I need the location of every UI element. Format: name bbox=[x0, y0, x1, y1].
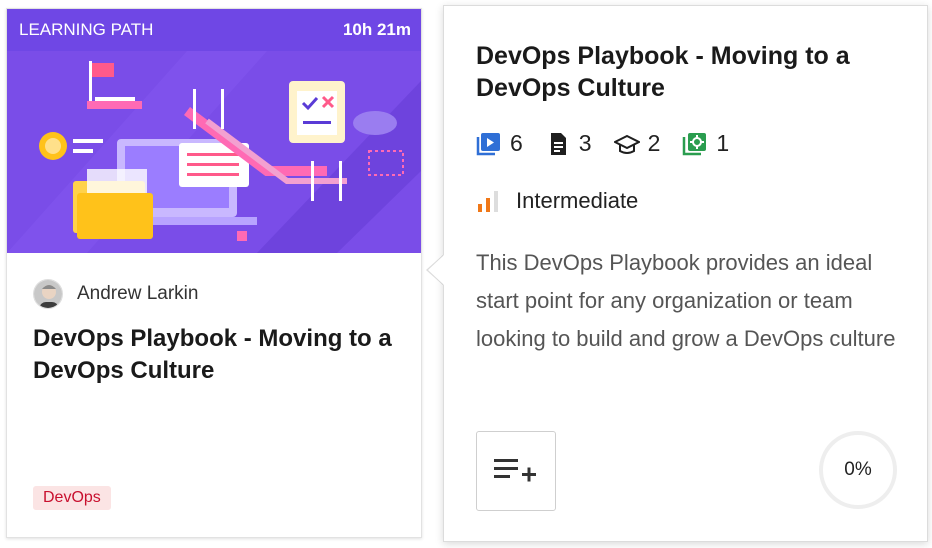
card-title[interactable]: DevOps Playbook - Moving to a DevOps Cul… bbox=[33, 323, 403, 387]
learning-path-card[interactable]: LEARNING PATH 10h 21m Andrew Larkin DevO… bbox=[6, 8, 422, 538]
card-hero-illustration bbox=[7, 51, 421, 253]
stat-courses: 6 bbox=[476, 130, 523, 157]
popover-arrow-inner bbox=[428, 255, 444, 285]
lab-icon bbox=[682, 131, 708, 157]
video-course-icon bbox=[476, 131, 502, 157]
stat-courses-count: 6 bbox=[510, 130, 523, 156]
progress-ring: 0% bbox=[818, 430, 898, 510]
card-duration: 10h 21m bbox=[342, 20, 411, 39]
card-type-label: LEARNING PATH bbox=[19, 20, 154, 39]
stat-labs-count: 1 bbox=[716, 130, 730, 156]
stat-documents: 3 bbox=[545, 130, 592, 157]
category-tag[interactable]: DevOps bbox=[33, 486, 111, 510]
details-popover: DevOps Playbook - Moving to a DevOps Cul… bbox=[443, 5, 928, 542]
stat-labs: 1 bbox=[682, 130, 729, 157]
difficulty-level: Intermediate bbox=[476, 188, 638, 214]
progress-label: 0% bbox=[844, 459, 872, 480]
graduation-cap-icon bbox=[612, 131, 641, 157]
description: This DevOps Playbook provides an ideal s… bbox=[476, 250, 896, 351]
difficulty-bars-icon bbox=[476, 188, 502, 214]
author[interactable]: Andrew Larkin bbox=[33, 279, 198, 309]
stat-documents-count: 3 bbox=[578, 130, 592, 156]
content-stats: 6 3 2 1 bbox=[476, 130, 751, 157]
stat-exams-count: 2 bbox=[647, 130, 661, 156]
author-name[interactable]: Andrew Larkin bbox=[77, 283, 198, 305]
document-icon bbox=[545, 131, 571, 157]
difficulty-label: Intermediate bbox=[516, 188, 639, 213]
playlist-add-icon bbox=[494, 459, 536, 482]
add-to-playlist-button[interactable] bbox=[476, 431, 556, 511]
popover-title[interactable]: DevOps Playbook - Moving to a DevOps Cul… bbox=[476, 40, 896, 104]
card-banner: LEARNING PATH 10h 21m bbox=[7, 9, 421, 51]
stat-exams: 2 bbox=[612, 130, 661, 157]
author-avatar bbox=[33, 279, 63, 309]
